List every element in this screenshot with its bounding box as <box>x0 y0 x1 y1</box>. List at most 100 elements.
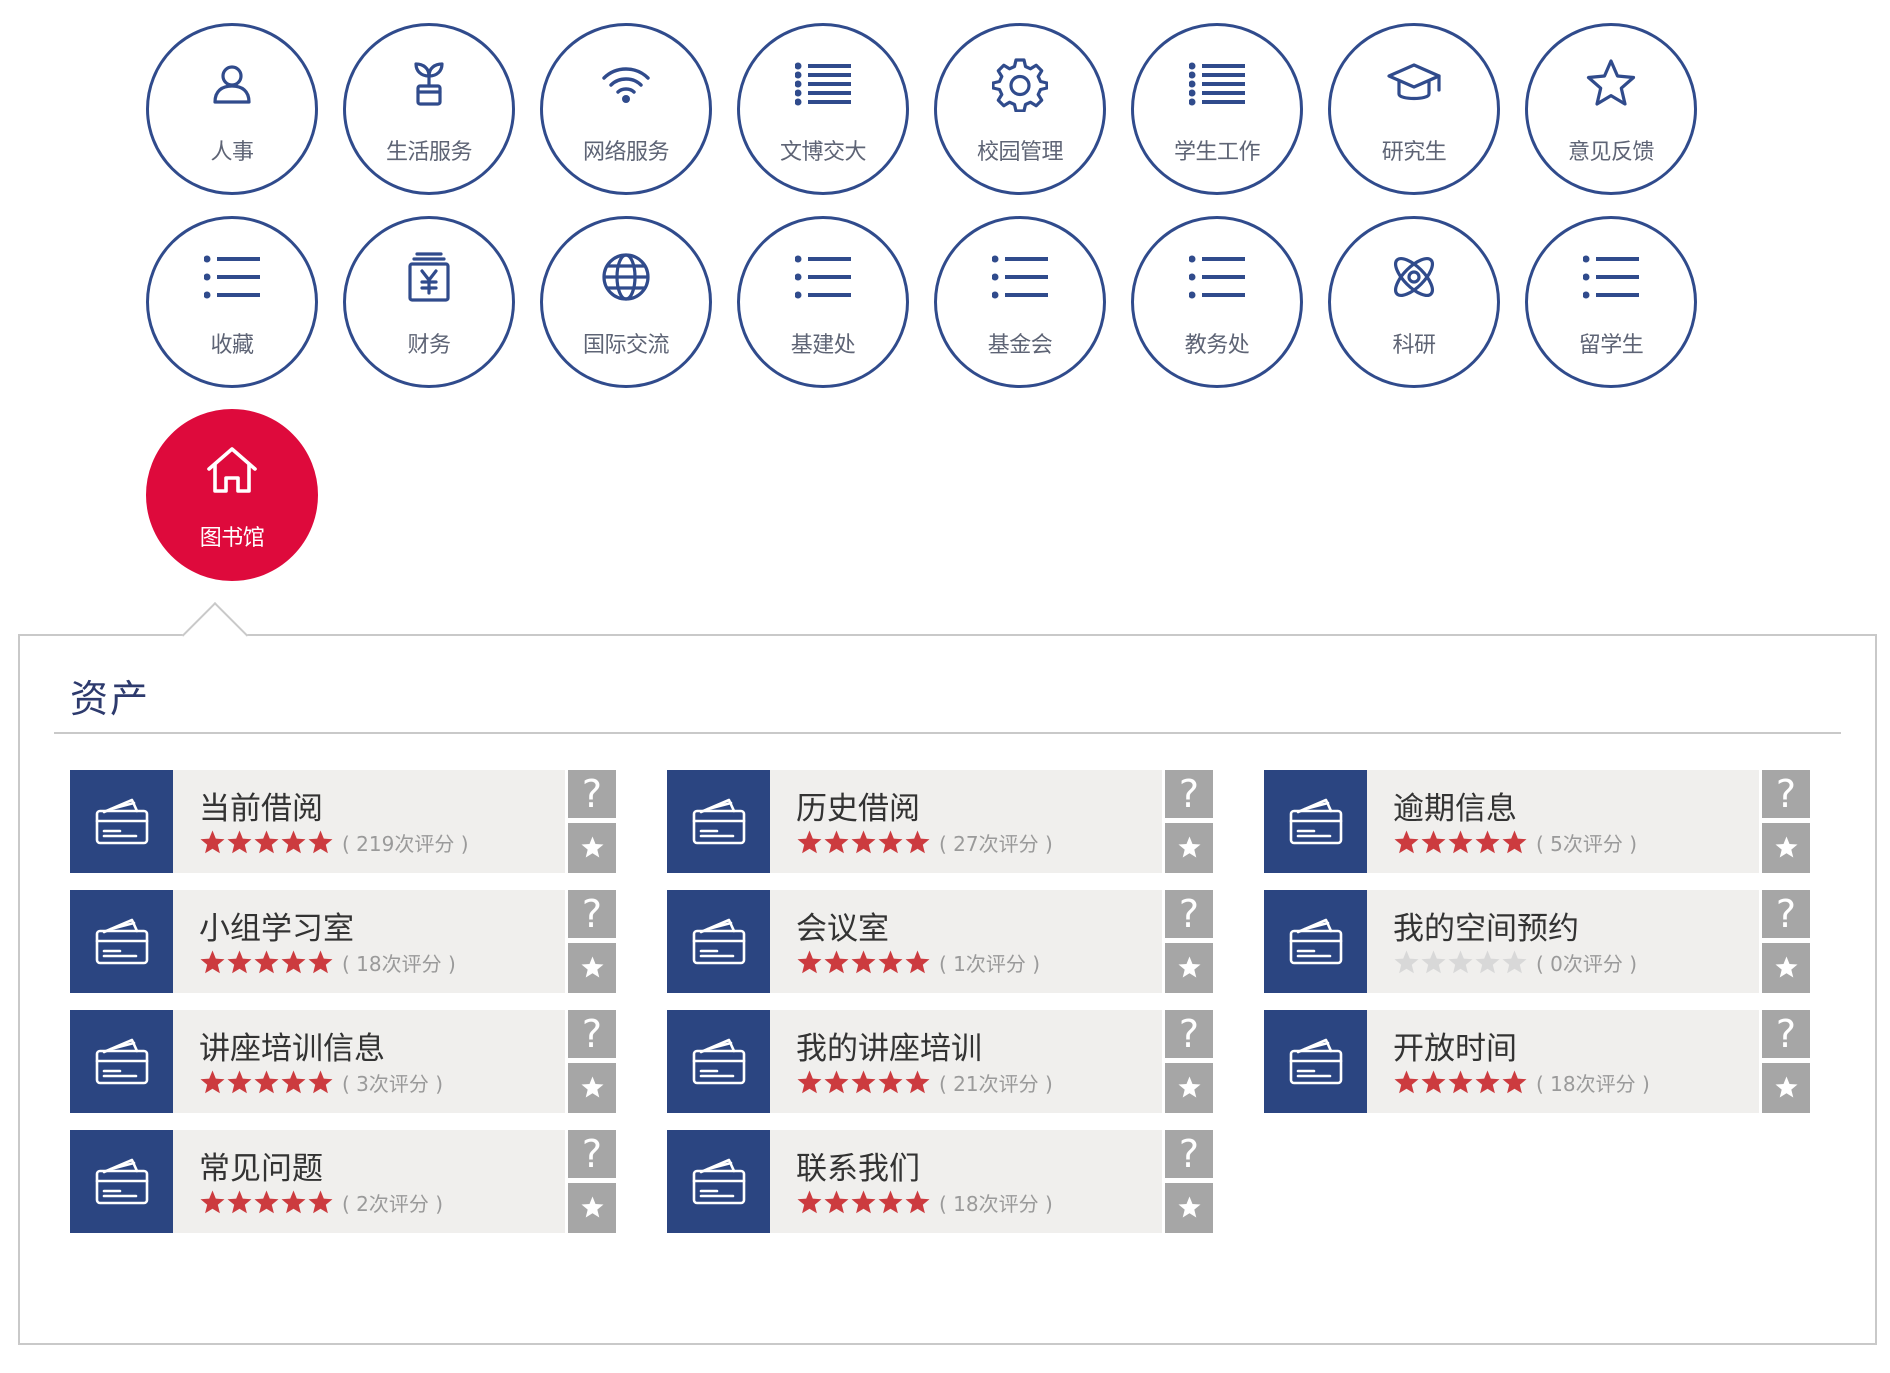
card-favorite-button[interactable] <box>568 1183 616 1233</box>
card-help-button[interactable]: ? <box>568 770 616 818</box>
card-help-button[interactable]: ? <box>568 1010 616 1058</box>
star-filled-icon <box>904 1069 931 1096</box>
category-item[interactable]: 人事 <box>146 23 318 195</box>
service-card[interactable]: 小组学习室 ( 18次评分 ) ? <box>70 890 616 993</box>
rating-count: ( 5次评分 ) <box>1536 831 1638 856</box>
card-favorite-button[interactable] <box>1762 1063 1810 1113</box>
card-body[interactable]: 我的讲座培训 ( 21次评分 ) <box>770 1010 1162 1113</box>
service-card[interactable]: 会议室 ( 1次评分 ) ? <box>667 890 1213 993</box>
star-filled-icon <box>904 1189 931 1216</box>
category-item[interactable]: 留学生 <box>1525 216 1697 388</box>
star-filled-icon <box>1474 1069 1501 1096</box>
star-filled-icon <box>796 1069 823 1096</box>
category-item[interactable]: 研究生 <box>1328 23 1500 195</box>
category-label: 教务处 <box>1184 333 1250 358</box>
card-wallet-icon <box>95 1038 149 1085</box>
service-card[interactable]: 当前借阅 ( 219次评分 ) ? <box>70 770 616 873</box>
card-icon-box <box>70 890 173 993</box>
star-filled-icon <box>199 829 226 856</box>
card-favorite-button[interactable] <box>1165 943 1213 993</box>
list-icon <box>1189 56 1245 112</box>
card-help-button[interactable]: ? <box>1165 770 1213 818</box>
card-body[interactable]: 讲座培训信息 ( 3次评分 ) <box>173 1010 565 1113</box>
star-icon <box>1775 956 1798 978</box>
rating-count: ( 2次评分 ) <box>342 1191 444 1216</box>
category-label: 国际交流 <box>582 333 670 358</box>
service-card[interactable]: 联系我们 ( 18次评分 ) ? <box>667 1130 1213 1233</box>
service-card[interactable]: 历史借阅 ( 27次评分 ) ? <box>667 770 1213 873</box>
star-filled-icon <box>1420 829 1447 856</box>
rating-count: ( 18次评分 ) <box>1536 1071 1650 1096</box>
star-filled-icon <box>199 1069 226 1096</box>
card-help-button[interactable]: ? <box>1762 1010 1810 1058</box>
card-rating-row: ( 2次评分 ) <box>199 1188 443 1216</box>
category-label: 留学生 <box>1578 333 1644 358</box>
card-help-button[interactable]: ? <box>1165 1010 1213 1058</box>
star-empty-icon <box>1447 949 1474 976</box>
service-card[interactable]: 开放时间 ( 18次评分 ) ? <box>1264 1010 1810 1113</box>
card-help-button[interactable]: ? <box>568 890 616 938</box>
star-filled-icon <box>877 1189 904 1216</box>
panel-title: 资产 <box>70 677 151 721</box>
category-item[interactable]: 国际交流 <box>540 216 712 388</box>
category-item[interactable]: 生活服务 <box>343 23 515 195</box>
service-card[interactable]: 逾期信息 ( 5次评分 ) ? <box>1264 770 1810 873</box>
card-icon-box <box>667 890 770 993</box>
card-help-button[interactable]: ? <box>1165 890 1213 938</box>
card-favorite-button[interactable] <box>1165 1183 1213 1233</box>
card-favorite-button[interactable] <box>568 823 616 873</box>
list-icon <box>1583 249 1639 305</box>
star-filled-icon <box>199 1189 226 1216</box>
card-favorite-button[interactable] <box>568 1063 616 1113</box>
card-help-button[interactable]: ? <box>568 1130 616 1178</box>
card-body[interactable]: 逾期信息 ( 5次评分 ) <box>1367 770 1759 873</box>
card-favorite-button[interactable] <box>1165 823 1213 873</box>
category-item[interactable]: 文博交大 <box>737 23 909 195</box>
category-item[interactable]: 网络服务 <box>540 23 712 195</box>
category-item-library[interactable]: 图书馆 <box>146 409 318 581</box>
category-item[interactable]: 教务处 <box>1131 216 1303 388</box>
category-item[interactable]: 意见反馈 <box>1525 23 1697 195</box>
category-label: 科研 <box>1392 333 1436 358</box>
card-favorite-button[interactable] <box>1762 823 1810 873</box>
card-icon-box <box>667 770 770 873</box>
service-card[interactable]: 讲座培训信息 ( 3次评分 ) ? <box>70 1010 616 1113</box>
card-body[interactable]: 会议室 ( 1次评分 ) <box>770 890 1162 993</box>
list-icon <box>1189 249 1245 305</box>
card-icon-box <box>70 770 173 873</box>
card-body[interactable]: 小组学习室 ( 18次评分 ) <box>173 890 565 993</box>
card-body[interactable]: 联系我们 ( 18次评分 ) <box>770 1130 1162 1233</box>
star-icon <box>581 836 604 858</box>
service-card[interactable]: 常见问题 ( 2次评分 ) ? <box>70 1130 616 1233</box>
service-card[interactable]: 我的讲座培训 ( 21次评分 ) ? <box>667 1010 1213 1113</box>
card-title: 历史借阅 <box>796 791 920 827</box>
card-favorite-button[interactable] <box>1165 1063 1213 1113</box>
category-item[interactable]: 学生工作 <box>1131 23 1303 195</box>
category-label: 财务 <box>407 333 451 358</box>
star-filled-icon <box>823 829 850 856</box>
star-empty-icon <box>1393 949 1420 976</box>
card-help-button[interactable]: ? <box>1762 890 1810 938</box>
category-item[interactable]: 科研 <box>1328 216 1500 388</box>
service-card[interactable]: 我的空间预约 ( 0次评分 ) ? <box>1264 890 1810 993</box>
gear-icon <box>992 56 1048 112</box>
rating-count: ( 18次评分 ) <box>342 951 456 976</box>
card-body[interactable]: 当前借阅 ( 219次评分 ) <box>173 770 565 873</box>
card-favorite-button[interactable] <box>568 943 616 993</box>
star-filled-icon <box>253 829 280 856</box>
card-favorite-button[interactable] <box>1762 943 1810 993</box>
card-wallet-icon <box>692 798 746 845</box>
category-item[interactable]: 收藏 <box>146 216 318 388</box>
card-body[interactable]: 历史借阅 ( 27次评分 ) <box>770 770 1162 873</box>
category-item[interactable]: 基金会 <box>934 216 1106 388</box>
card-rating-row: ( 3次评分 ) <box>199 1068 443 1096</box>
star-icon <box>581 956 604 978</box>
card-body[interactable]: 开放时间 ( 18次评分 ) <box>1367 1010 1759 1113</box>
card-body[interactable]: 常见问题 ( 2次评分 ) <box>173 1130 565 1233</box>
category-item[interactable]: 基建处 <box>737 216 909 388</box>
card-help-button[interactable]: ? <box>1762 770 1810 818</box>
category-item[interactable]: 校园管理 <box>934 23 1106 195</box>
category-item[interactable]: 财务 <box>343 216 515 388</box>
card-body[interactable]: 我的空间预约 ( 0次评分 ) <box>1367 890 1759 993</box>
card-help-button[interactable]: ? <box>1165 1130 1213 1178</box>
